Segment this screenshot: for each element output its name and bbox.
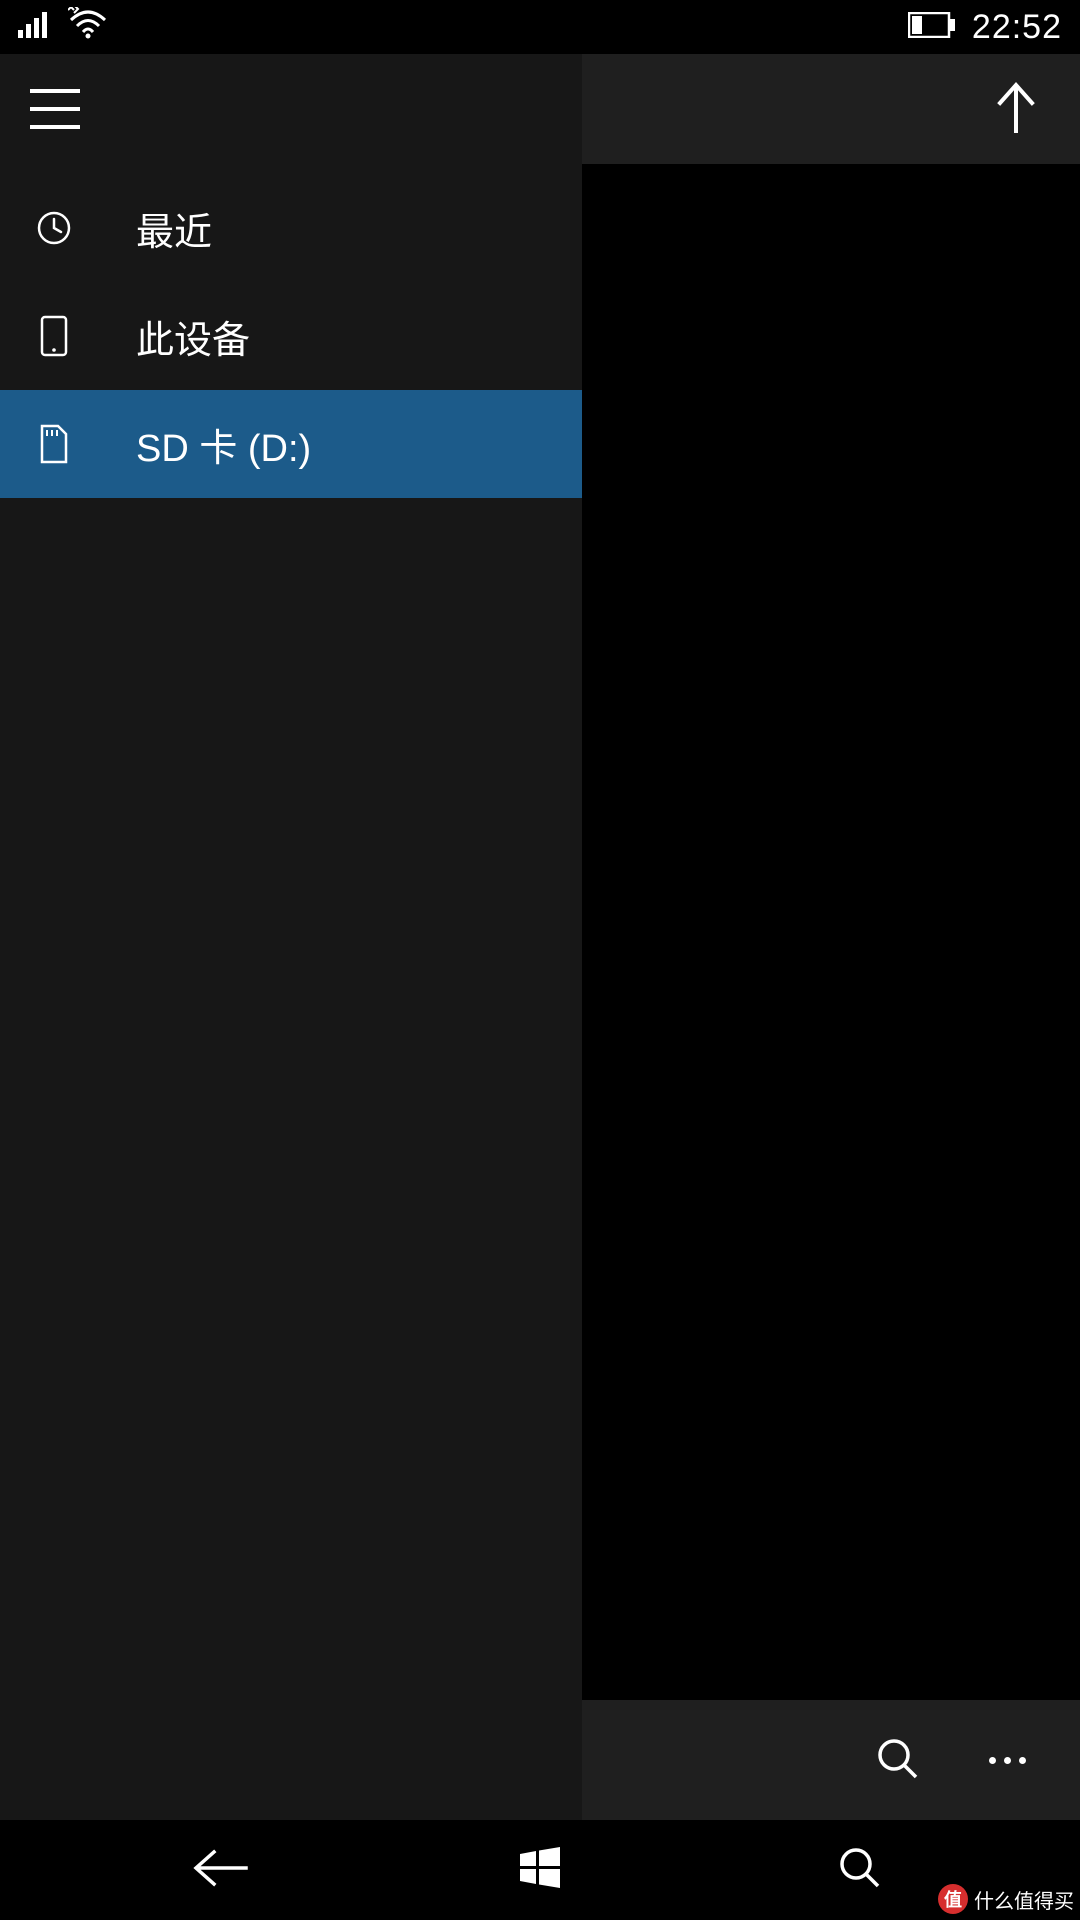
signal-icon: [18, 9, 52, 46]
search-icon: [836, 1844, 884, 1897]
windows-icon: [516, 1844, 564, 1897]
status-bar: 22:52: [0, 0, 1080, 54]
search-icon: [872, 1733, 922, 1788]
search-button[interactable]: [862, 1725, 932, 1795]
more-icon: [989, 1757, 1026, 1764]
drawer-item-sd-card[interactable]: SD 卡 (D:): [0, 390, 582, 498]
up-button[interactable]: [976, 69, 1056, 149]
navigation-drawer: 最近 此设备 SD 卡 (D:): [0, 54, 582, 1820]
drawer-header: [0, 54, 582, 164]
file-list-area[interactable]: [582, 164, 1080, 1700]
drawer-item-label: SD 卡 (D:): [136, 417, 311, 472]
back-button[interactable]: [175, 1840, 265, 1900]
command-bar: [582, 1700, 1080, 1820]
sd-card-icon: [34, 424, 74, 464]
wifi-icon: [68, 7, 108, 47]
search-nav-button[interactable]: [815, 1840, 905, 1900]
phone-icon: [34, 315, 74, 357]
drawer-item-this-device[interactable]: 此设备: [0, 282, 582, 390]
clock-icon: [34, 210, 74, 246]
watermark: 值 什么值得买: [938, 1884, 1074, 1914]
arrow-up-icon: [994, 81, 1038, 138]
system-nav-bar: [0, 1820, 1080, 1920]
status-time: 22:52: [972, 8, 1062, 47]
more-button[interactable]: [972, 1725, 1042, 1795]
battery-icon: [908, 9, 956, 46]
start-button[interactable]: [495, 1840, 585, 1900]
drawer-item-label: 此设备: [136, 309, 250, 364]
drawer-list: 最近 此设备 SD 卡 (D:): [0, 164, 582, 498]
hamburger-button[interactable]: [30, 89, 80, 129]
back-icon: [190, 1846, 250, 1895]
drawer-item-label: 最近: [136, 201, 212, 256]
watermark-text: 什么值得买: [974, 1885, 1074, 1914]
drawer-item-recent[interactable]: 最近: [0, 174, 582, 282]
watermark-badge: 值: [938, 1884, 968, 1914]
